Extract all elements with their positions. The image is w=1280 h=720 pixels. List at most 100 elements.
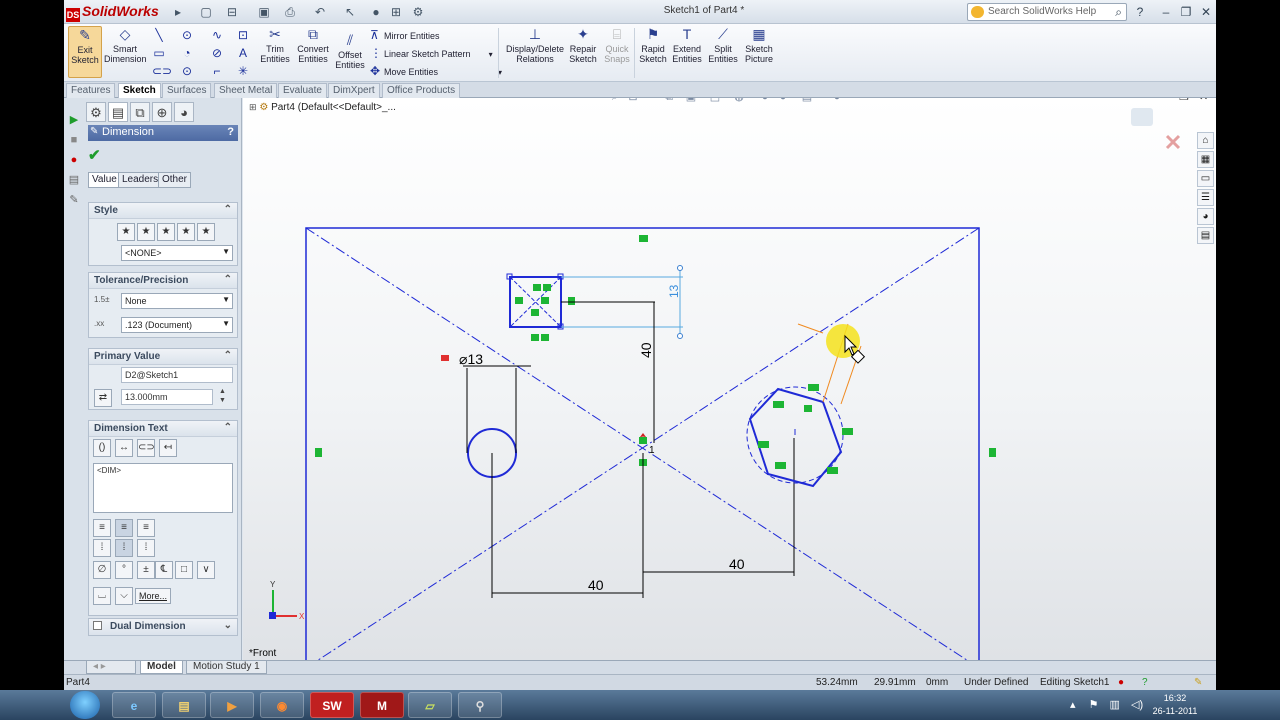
- tab-features[interactable]: Features: [66, 83, 116, 98]
- help-icon[interactable]: ?: [1132, 4, 1148, 20]
- firefox-icon[interactable]: ◉: [260, 692, 304, 718]
- linear-sketch-pattern-button[interactable]: ⋮ Linear Sketch Pattern ▾: [370, 46, 493, 60]
- tab-value[interactable]: Value: [88, 172, 121, 188]
- home-icon[interactable]: ⌂: [1197, 132, 1214, 149]
- tab-leaders[interactable]: Leaders: [118, 172, 163, 188]
- text-position-left-icon[interactable]: ⁞: [93, 539, 111, 557]
- center-dimension-icon[interactable]: ↔: [115, 439, 133, 457]
- more-symbols-icon[interactable]: ∨: [197, 561, 215, 579]
- value-spinner[interactable]: ▲ ▼: [219, 387, 226, 405]
- appearances-icon[interactable]: ◕: [1197, 208, 1214, 225]
- trim-entities-button[interactable]: ✂ Trim Entities: [258, 26, 292, 64]
- sketch-picture-button[interactable]: ▦ Sketch Picture: [742, 26, 776, 64]
- counterbore-symbol-icon[interactable]: ⌴: [93, 587, 111, 605]
- style-add-icon[interactable]: ★: [137, 223, 155, 241]
- explorer-icon[interactable]: ▤: [162, 692, 206, 718]
- exit-sketch-button[interactable]: ✎ Exit Sketch: [68, 26, 102, 78]
- ok-check-icon[interactable]: ✔: [88, 146, 101, 164]
- mirror-entities-button[interactable]: ⊼ Mirror Entities: [370, 28, 440, 42]
- help-button[interactable]: ?: [227, 126, 234, 138]
- align-right-icon[interactable]: ≡: [137, 519, 155, 537]
- restore-icon[interactable]: ❐: [1178, 4, 1194, 20]
- align-left-icon[interactable]: ≡: [93, 519, 111, 537]
- style-update-icon[interactable]: ★: [157, 223, 175, 241]
- point-icon[interactable]: ✳: [236, 64, 250, 78]
- show-hidden-icons-icon[interactable]: ▴: [1070, 699, 1076, 711]
- dimxpert-manager-icon[interactable]: ⊕: [152, 102, 172, 122]
- clock[interactable]: 16:32 26-11-2011: [1140, 692, 1210, 718]
- polygon-icon[interactable]: ⊙: [180, 64, 194, 78]
- centerline-symbol-icon[interactable]: ℄: [155, 561, 173, 579]
- move-entities-button[interactable]: ✥ Move Entities ▾: [370, 64, 502, 78]
- sketch-text-icon[interactable]: A: [236, 46, 250, 60]
- media-player-icon[interactable]: ▶: [210, 692, 254, 718]
- sketch-canvas[interactable]: 13 40 ⌀13 1 40 40 Y X *Front: [243, 98, 1216, 660]
- rebuild-icon[interactable]: ●: [366, 4, 386, 20]
- solidworks-icon[interactable]: SW: [310, 692, 354, 718]
- rapid-sketch-button[interactable]: ⚑ Rapid Sketch: [638, 26, 668, 64]
- property-manager-icon[interactable]: ▤: [108, 102, 128, 122]
- precision-dropdown[interactable]: .123 (Document) ▼: [121, 317, 233, 333]
- offset-entities-button[interactable]: ⫽ Offset Entities: [334, 32, 366, 70]
- document-icon[interactable]: ▤: [66, 172, 82, 188]
- usb-icon[interactable]: ⚲: [458, 692, 502, 718]
- style-apply-icon[interactable]: ★: [117, 223, 135, 241]
- tab-office-products[interactable]: Office Products: [382, 83, 461, 98]
- close-icon[interactable]: ✕: [1198, 4, 1214, 20]
- style-dropdown[interactable]: <NONE> ▼: [121, 245, 233, 261]
- save-icon[interactable]: ▣: [254, 4, 274, 20]
- diameter-symbol-icon[interactable]: ∅: [93, 561, 111, 579]
- style-delete-icon[interactable]: ★: [177, 223, 195, 241]
- tab-surfaces[interactable]: Surfaces: [162, 83, 212, 98]
- spline-icon[interactable]: ∿: [210, 28, 224, 42]
- new-icon[interactable]: ▢: [196, 4, 216, 20]
- options-icon[interactable]: ⚙: [408, 4, 428, 20]
- minimize-icon[interactable]: –: [1158, 4, 1174, 20]
- display-manager-icon[interactable]: ◕: [174, 102, 194, 122]
- edit-macro-icon[interactable]: ✎: [66, 192, 82, 208]
- countersink-symbol-icon[interactable]: ⌵: [115, 587, 133, 605]
- tab-model[interactable]: Model: [140, 661, 183, 674]
- feature-manager-icon[interactable]: ⚙: [86, 102, 106, 122]
- slot-icon[interactable]: ⊂⊃: [152, 64, 172, 78]
- file-properties-icon[interactable]: ⊞: [386, 4, 406, 20]
- configuration-manager-icon[interactable]: ⧉: [130, 102, 150, 122]
- offset-text-icon[interactable]: ↤: [159, 439, 177, 457]
- dimension-value-field[interactable]: 13.000mm: [121, 389, 213, 405]
- design-library-icon[interactable]: ▦: [1197, 151, 1214, 168]
- more-symbols-button[interactable]: More...: [135, 588, 171, 604]
- tab-evaluate[interactable]: Evaluate: [278, 83, 327, 98]
- text-position-right-icon[interactable]: ⁞: [137, 539, 155, 557]
- confirmation-corner[interactable]: [1131, 108, 1181, 150]
- view-palette-icon[interactable]: ☰: [1197, 189, 1214, 206]
- rebuild-status-icon[interactable]: ●: [1118, 677, 1124, 688]
- print-icon[interactable]: ⎙: [280, 4, 300, 20]
- tolerance-type-dropdown[interactable]: None ▼: [121, 293, 233, 309]
- menu-arrow-icon[interactable]: ▸: [168, 4, 188, 20]
- help-status-icon[interactable]: ?: [1142, 677, 1148, 688]
- inspection-dimension-icon[interactable]: ⊂⊃: [137, 439, 155, 457]
- search-icon[interactable]: ⌕: [1115, 5, 1122, 20]
- extend-entities-button[interactable]: T Extend Entities: [670, 26, 704, 64]
- dimension-text-field[interactable]: <DIM>: [93, 463, 233, 513]
- style-save-icon[interactable]: ★: [197, 223, 215, 241]
- style-group-title[interactable]: Style ⌃: [89, 203, 237, 219]
- ie-icon[interactable]: e: [112, 692, 156, 718]
- undo-icon[interactable]: ↶: [310, 4, 330, 20]
- search-input[interactable]: Search SolidWorks Help ⌕: [967, 3, 1127, 21]
- dual-dimension-title[interactable]: Dual Dimension ⌄: [89, 619, 237, 635]
- diameter-dimension-label[interactable]: ⌀13: [459, 351, 483, 367]
- tolerance-group-title[interactable]: Tolerance/Precision ⌃: [89, 273, 237, 289]
- flag-icon[interactable]: ⚑: [1089, 699, 1099, 711]
- fillet-icon[interactable]: ⌐: [210, 64, 224, 78]
- dimension-text-group-title[interactable]: Dimension Text ⌃: [89, 421, 237, 437]
- dimension-40-vertical-label[interactable]: 40: [638, 342, 654, 358]
- parentheses-icon[interactable]: (): [93, 439, 111, 457]
- customize-status-icon[interactable]: ✎: [1194, 677, 1202, 688]
- spline-options-icon[interactable]: ⊡: [236, 28, 250, 42]
- start-button[interactable]: [70, 691, 100, 719]
- file-explorer-icon[interactable]: ▭: [1197, 170, 1214, 187]
- circle-icon[interactable]: ⊙: [180, 28, 194, 42]
- plus-minus-symbol-icon[interactable]: ±: [137, 561, 155, 579]
- network-icon[interactable]: ▥: [1110, 699, 1120, 711]
